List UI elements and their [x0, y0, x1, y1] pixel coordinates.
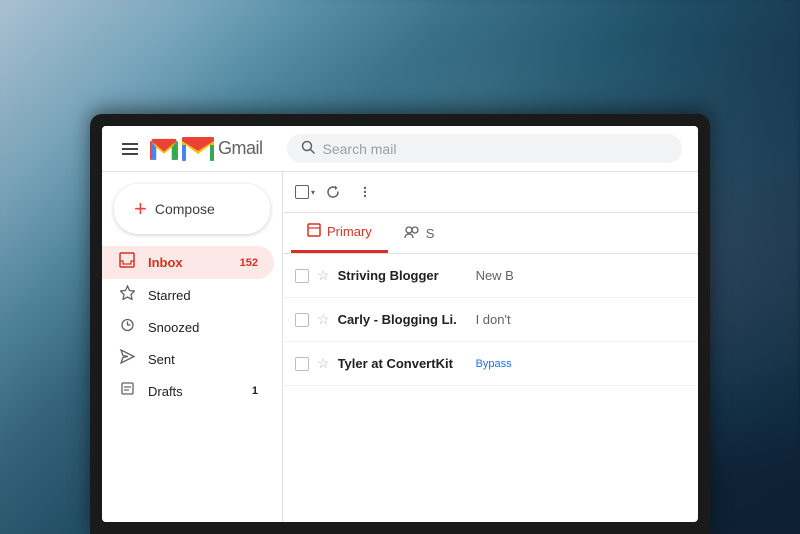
search-placeholder: Search mail: [323, 141, 397, 157]
chevron-down-icon: ▾: [311, 188, 315, 197]
inbox-badge: 152: [240, 257, 258, 269]
email-sender-3: Tyler at ConvertKit: [338, 356, 468, 371]
select-all-checkbox[interactable]: ▾: [295, 185, 315, 199]
email-badge-3: Bypass: [476, 358, 512, 370]
tabs-row: Primary S: [283, 213, 698, 254]
star-icon: [118, 285, 136, 305]
toolbar: ▾: [283, 172, 698, 213]
screen: Gmail Search mail + Compose: [102, 126, 698, 522]
email-preview-2: I don't: [476, 312, 686, 327]
sidebar-item-inbox[interactable]: Inbox 152: [102, 246, 274, 279]
inbox-icon: [118, 252, 136, 273]
email-list: ☆ Striving Blogger New B ☆ Carly - Blogg…: [283, 254, 698, 522]
drafts-icon: [118, 381, 136, 401]
gmail-body: + Compose Inbox 152: [102, 172, 698, 522]
sidebar-item-starred[interactable]: Starred: [102, 279, 274, 311]
more-options-button[interactable]: [351, 178, 379, 206]
search-icon: [301, 140, 315, 157]
email-sender-2: Carly - Blogging Li.: [338, 312, 468, 327]
menu-button[interactable]: [118, 139, 142, 159]
laptop-frame: Gmail Search mail + Compose: [90, 114, 710, 534]
snoozed-label: Snoozed: [148, 320, 199, 335]
primary-tab-label: Primary: [327, 224, 372, 239]
inbox-label: Inbox: [148, 255, 183, 270]
starred-label: Starred: [148, 288, 191, 303]
social-tab-icon: [404, 225, 420, 242]
clock-icon: [118, 317, 136, 337]
sidebar-item-snoozed[interactable]: Snoozed: [102, 311, 274, 343]
sent-label: Sent: [148, 352, 175, 367]
sidebar: + Compose Inbox 152: [102, 172, 282, 522]
email-star-2[interactable]: ☆: [317, 311, 330, 328]
main-content: ▾: [282, 172, 698, 522]
sidebar-item-sent[interactable]: Sent: [102, 343, 274, 375]
compose-label: Compose: [155, 201, 215, 217]
email-checkbox-1[interactable]: [295, 269, 309, 283]
gmail-m-icon: [150, 138, 178, 160]
social-tab-label: S: [426, 226, 435, 241]
gmail-logo-svg: [182, 137, 214, 161]
send-icon: [118, 349, 136, 369]
compose-plus-icon: +: [134, 198, 147, 220]
search-bar[interactable]: Search mail: [287, 134, 682, 163]
compose-button[interactable]: + Compose: [114, 184, 270, 234]
gmail-logo: Gmail: [150, 137, 263, 161]
drafts-badge: 1: [252, 385, 258, 397]
email-row[interactable]: ☆ Striving Blogger New B: [283, 254, 698, 298]
email-sender-1: Striving Blogger: [338, 268, 468, 283]
tab-primary[interactable]: Primary: [291, 213, 388, 253]
tab-social[interactable]: S: [388, 215, 451, 252]
sidebar-item-drafts[interactable]: Drafts 1: [102, 375, 274, 407]
email-star-1[interactable]: ☆: [317, 267, 330, 284]
gmail-header: Gmail Search mail: [102, 126, 698, 172]
email-row[interactable]: ☆ Carly - Blogging Li. I don't: [283, 298, 698, 342]
email-checkbox-2[interactable]: [295, 313, 309, 327]
email-star-3[interactable]: ☆: [317, 355, 330, 372]
checkbox-square: [295, 185, 309, 199]
gmail-title: Gmail: [218, 138, 263, 159]
email-checkbox-3[interactable]: [295, 357, 309, 371]
email-preview-1: New B: [476, 268, 686, 283]
drafts-label: Drafts: [148, 384, 183, 399]
primary-tab-icon: [307, 223, 321, 240]
email-row[interactable]: ☆ Tyler at ConvertKit Bypass: [283, 342, 698, 386]
refresh-button[interactable]: [319, 178, 347, 206]
